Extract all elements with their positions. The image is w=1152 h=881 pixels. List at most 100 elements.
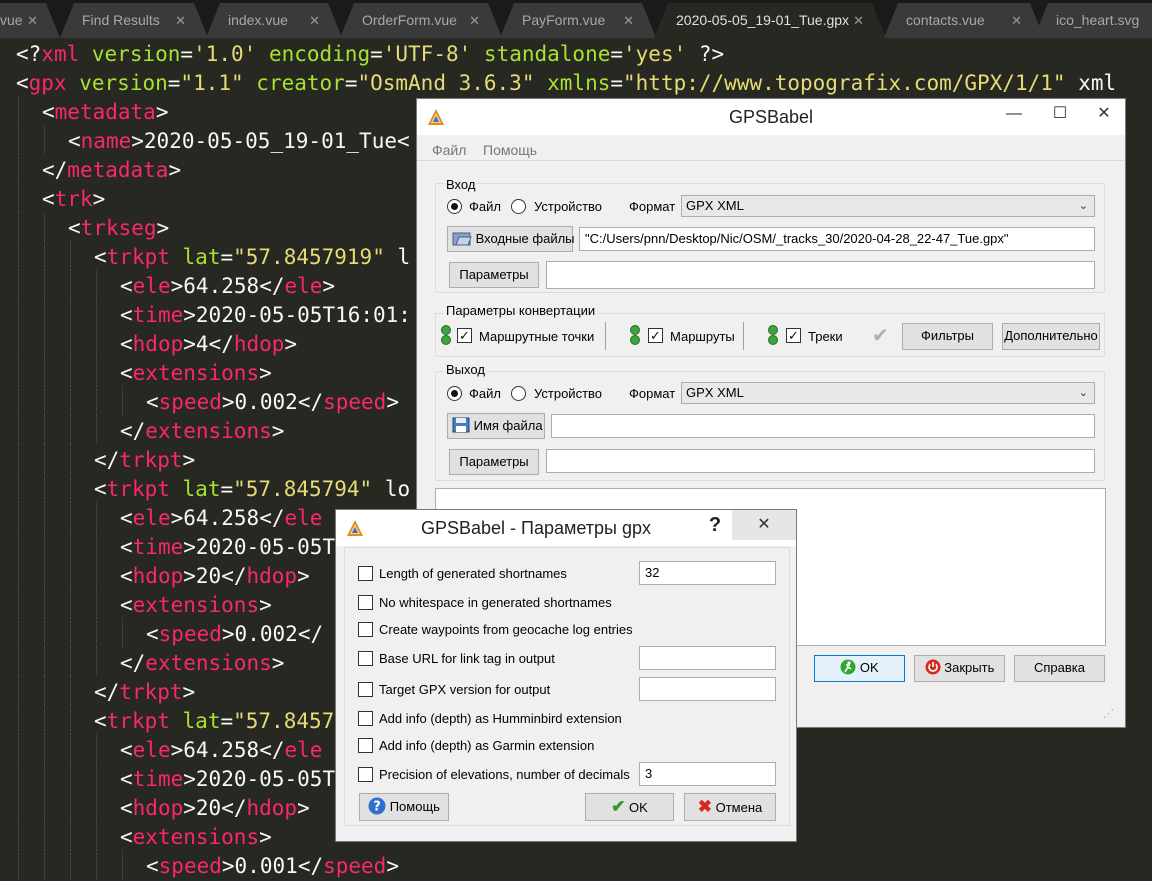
- indent-guide: [96, 792, 97, 821]
- indent-guide: [44, 734, 45, 763]
- routes-indicator-icon: [629, 325, 640, 345]
- routes-checkbox[interactable]: ✓: [648, 328, 663, 343]
- close-icon[interactable]: ✕: [27, 3, 38, 38]
- input-params-button[interactable]: Параметры: [449, 262, 539, 288]
- waypoints-label: Маршрутные точки: [479, 329, 595, 344]
- tab-label: OrderForm.vue: [362, 12, 457, 28]
- code-line: <trkseg>: [68, 216, 170, 240]
- output-filename-button[interactable]: Имя файла: [447, 413, 545, 439]
- tab-vue[interactable]: vue ✕: [0, 3, 60, 38]
- option-checkbox[interactable]: [358, 682, 373, 697]
- code-line: <speed>0.002</: [146, 622, 324, 646]
- input-group-label: Вход: [444, 177, 478, 192]
- indent-guide: [18, 241, 19, 270]
- indent-guide: [70, 850, 71, 879]
- output-radio-file[interactable]: [447, 386, 462, 401]
- code-line: <ele>64.258</ele>: [120, 274, 336, 298]
- code-line: <gpx version="1.1" creator="OsmAnd 3.6.3…: [16, 71, 1117, 95]
- close-icon[interactable]: ✕: [853, 3, 864, 38]
- output-filename-field[interactable]: [551, 414, 1095, 438]
- code-line: </extensions>: [120, 651, 285, 675]
- option-checkbox[interactable]: [358, 711, 373, 726]
- close-icon[interactable]: ✕: [309, 3, 320, 38]
- waypoints-checkbox[interactable]: ✓: [457, 328, 472, 343]
- indent-guide: [96, 821, 97, 850]
- code-line: <name>2020-05-05_19-01_Tue<: [68, 129, 410, 153]
- close-icon[interactable]: ✕: [732, 510, 796, 540]
- maximize-icon[interactable]: ☐: [1037, 99, 1083, 129]
- option-checkbox[interactable]: [358, 566, 373, 581]
- input-radio-file[interactable]: [447, 199, 462, 214]
- menu-item-help[interactable]: Помощь: [483, 142, 537, 158]
- option-checkbox[interactable]: [358, 738, 373, 753]
- close-icon[interactable]: ✕: [469, 3, 480, 38]
- option-checkbox[interactable]: [358, 651, 373, 666]
- help-button[interactable]: Справка: [1014, 655, 1105, 682]
- option-checkbox[interactable]: [358, 767, 373, 782]
- advanced-button[interactable]: Дополнительно: [1002, 323, 1100, 350]
- close-icon[interactable]: ✕: [1081, 99, 1127, 129]
- separator: [605, 322, 606, 350]
- output-radio-device-label: Устройство: [534, 386, 603, 401]
- option-label: Add info (depth) as Garmin extension: [379, 738, 595, 753]
- option-value-field[interactable]: 3: [639, 762, 776, 786]
- dialog-help-button[interactable]: ? Помощь: [359, 793, 449, 821]
- tab-find-results[interactable]: Find Results ✕: [60, 3, 208, 38]
- indent-guide: [96, 763, 97, 792]
- code-line: <metadata>: [42, 100, 169, 124]
- output-params-button[interactable]: Параметры: [449, 449, 539, 475]
- tab-contacts-vue[interactable]: contacts.vue ✕: [884, 3, 1044, 38]
- save-disk-icon: [452, 417, 470, 433]
- close-icon[interactable]: ✕: [175, 3, 186, 38]
- dialog-ok-button[interactable]: ✔ OK: [585, 793, 674, 821]
- minimize-icon[interactable]: —: [991, 99, 1037, 129]
- indent-guide: [96, 734, 97, 763]
- filters-button[interactable]: Фильтры: [902, 323, 993, 350]
- menu-item-file[interactable]: Файл: [432, 142, 466, 158]
- option-value-field[interactable]: 32: [639, 561, 776, 585]
- output-radio-device[interactable]: [511, 386, 526, 401]
- indent-guide: [96, 531, 97, 560]
- tracks-checkbox[interactable]: ✓: [786, 328, 801, 343]
- close-icon[interactable]: ✕: [1011, 3, 1022, 38]
- tab-index-vue[interactable]: index.vue ✕: [206, 3, 342, 38]
- code-line: <speed>0.002</speed>: [146, 390, 399, 414]
- close-button[interactable]: Закрыть: [914, 655, 1005, 682]
- code-line: <trkpt lat="57.845794" lo: [94, 477, 411, 501]
- option-checkbox[interactable]: [358, 595, 373, 610]
- code-line: <trkpt lat="57.8457919" l: [94, 245, 411, 269]
- input-files-button[interactable]: Входные файлы: [447, 226, 575, 252]
- output-format-select[interactable]: GPX XML ⌄: [681, 382, 1095, 404]
- tab-ico-heart-svg[interactable]: ico_heart.svg✕: [1034, 3, 1152, 38]
- output-format-label: Формат: [629, 386, 676, 401]
- question-icon: ?: [368, 797, 386, 815]
- indent-guide: [18, 328, 19, 357]
- code-line: <hdop>20</hdop>: [120, 564, 310, 588]
- output-params-field[interactable]: [546, 449, 1095, 473]
- tab-orderform-vue[interactable]: OrderForm.vue ✕: [340, 3, 502, 38]
- output-radio-file-label: Файл: [469, 386, 501, 401]
- indent-guide: [96, 647, 97, 676]
- indent-guide: [70, 821, 71, 850]
- input-radio-device[interactable]: [511, 199, 526, 214]
- input-params-field[interactable]: [546, 261, 1095, 289]
- close-icon[interactable]: ✕: [623, 3, 634, 38]
- input-format-select[interactable]: GPX XML ⌄: [681, 195, 1095, 217]
- ok-button[interactable]: OK: [814, 655, 905, 682]
- tab-payform-vue[interactable]: PayForm.vue ✕: [500, 3, 656, 38]
- tab-gpx-file[interactable]: 2020-05-05_19-01_Tue.gpx ✕: [654, 3, 886, 38]
- indent-guide: [18, 792, 19, 821]
- input-file-path[interactable]: "C:/Users/pnn/Desktop/Nic/OSM/_tracks_30…: [579, 227, 1095, 251]
- indent-guide: [18, 357, 19, 386]
- indent-guide: [70, 647, 71, 676]
- resize-grip-icon[interactable]: ⋰: [1103, 707, 1114, 720]
- dialog-cancel-button[interactable]: ✖ Отмена: [684, 793, 776, 821]
- tab-label: 2020-05-05_19-01_Tue.gpx: [676, 12, 850, 28]
- indent-guide: [18, 212, 19, 241]
- indent-guide: [44, 444, 45, 473]
- option-value-field[interactable]: [639, 677, 776, 701]
- option-value-field[interactable]: [639, 646, 776, 670]
- option-label: No whitespace in generated shortnames: [379, 595, 612, 610]
- option-checkbox[interactable]: [358, 622, 373, 637]
- indent-guide: [18, 183, 19, 212]
